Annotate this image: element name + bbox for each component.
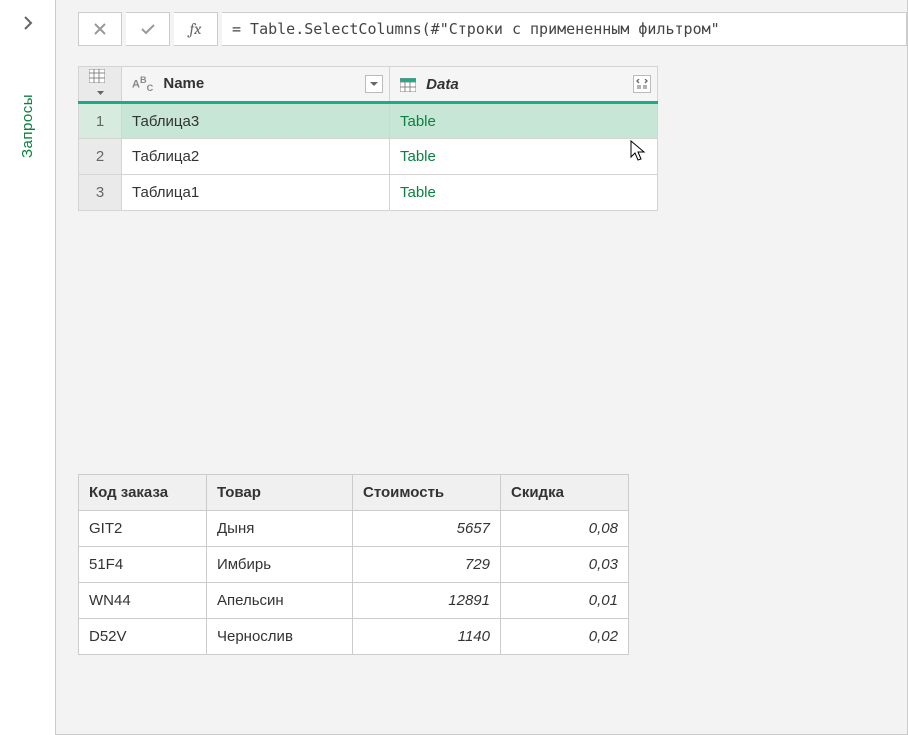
- column-header-data[interactable]: Data: [390, 67, 658, 103]
- chevron-right-icon: [22, 15, 34, 31]
- check-icon: [140, 22, 156, 36]
- preview-panel: Код заказа Товар Стоимость Скидка GIT2 Д…: [78, 474, 629, 655]
- cell-kod: WN44: [79, 583, 207, 619]
- table-row[interactable]: 3 Таблица1 Table: [79, 175, 658, 211]
- chevron-down-icon: [97, 91, 104, 96]
- cell-skidka: 0,01: [501, 583, 629, 619]
- fx-button[interactable]: fx: [174, 12, 218, 46]
- expand-queries-pane-button[interactable]: [0, 0, 55, 46]
- table-row[interactable]: 51F4 Имбирь 729 0,03: [79, 547, 629, 583]
- queries-pane-collapsed: Запросы: [0, 0, 56, 735]
- cell-tovar: Апельсин: [207, 583, 353, 619]
- cell-kod: 51F4: [79, 547, 207, 583]
- row-index[interactable]: 3: [79, 175, 122, 211]
- table-type-icon: [400, 78, 416, 92]
- cell-tovar: Имбирь: [207, 547, 353, 583]
- table-row[interactable]: D52V Чернослив 1140 0,02: [79, 619, 629, 655]
- select-all-corner[interactable]: [79, 67, 122, 103]
- preview-header-stoimost[interactable]: Стоимость: [353, 475, 501, 511]
- cell-stoimost: 729: [353, 547, 501, 583]
- preview-header-kod[interactable]: Код заказа: [79, 475, 207, 511]
- column-name-label: Name: [163, 75, 204, 92]
- cell-kod: D52V: [79, 619, 207, 655]
- column-header-name[interactable]: ABC Name: [122, 67, 390, 103]
- cell-data[interactable]: Table: [390, 175, 658, 211]
- cell-tovar: Чернослив: [207, 619, 353, 655]
- formula-text: = Table.SelectColumns(#"Строки с примене…: [232, 20, 720, 38]
- preview-header-tovar[interactable]: Товар: [207, 475, 353, 511]
- close-icon: [93, 22, 107, 36]
- cell-stoimost: 1140: [353, 619, 501, 655]
- preview-header-skidka[interactable]: Скидка: [501, 475, 629, 511]
- confirm-formula-button[interactable]: [126, 12, 170, 46]
- text-type-icon: ABC: [132, 75, 153, 93]
- queries-pane-label: Запросы: [19, 94, 36, 158]
- column-data-label: Data: [426, 76, 459, 93]
- main-area: fx = Table.SelectColumns(#"Строки с прим…: [56, 0, 908, 735]
- row-index[interactable]: 1: [79, 103, 122, 139]
- preview-table: Код заказа Товар Стоимость Скидка GIT2 Д…: [78, 474, 629, 655]
- table-row[interactable]: GIT2 Дыня 5657 0,08: [79, 511, 629, 547]
- fx-icon: fx: [190, 20, 202, 38]
- formula-input[interactable]: = Table.SelectColumns(#"Строки с примене…: [222, 12, 907, 46]
- result-table-body: 1 Таблица3 Table 2 Таблица2 Table 3 Табл…: [79, 103, 658, 211]
- expand-icon: [636, 79, 648, 89]
- cell-stoimost: 5657: [353, 511, 501, 547]
- cell-data[interactable]: Table: [390, 103, 658, 139]
- table-row[interactable]: 1 Таблица3 Table: [79, 103, 658, 139]
- cancel-formula-button[interactable]: [78, 12, 122, 46]
- preview-table-body: GIT2 Дыня 5657 0,08 51F4 Имбирь 729 0,03…: [79, 511, 629, 655]
- cell-tovar: Дыня: [207, 511, 353, 547]
- table-row[interactable]: WN44 Апельсин 12891 0,01: [79, 583, 629, 619]
- cell-skidka: 0,02: [501, 619, 629, 655]
- cell-stoimost: 12891: [353, 583, 501, 619]
- cell-name[interactable]: Таблица3: [122, 103, 390, 139]
- result-table: ABC Name Data: [78, 66, 658, 211]
- cell-skidka: 0,03: [501, 547, 629, 583]
- formula-bar: fx = Table.SelectColumns(#"Строки с прим…: [56, 0, 907, 46]
- chevron-down-icon: [370, 82, 378, 87]
- row-index[interactable]: 2: [79, 139, 122, 175]
- cell-data[interactable]: Table: [390, 139, 658, 175]
- cell-name[interactable]: Таблица1: [122, 175, 390, 211]
- cell-name[interactable]: Таблица2: [122, 139, 390, 175]
- cell-skidka: 0,08: [501, 511, 629, 547]
- column-expand-button[interactable]: [633, 75, 651, 93]
- table-row[interactable]: 2 Таблица2 Table: [79, 139, 658, 175]
- column-filter-button[interactable]: [365, 75, 383, 93]
- table-icon: [89, 69, 105, 83]
- cell-kod: GIT2: [79, 511, 207, 547]
